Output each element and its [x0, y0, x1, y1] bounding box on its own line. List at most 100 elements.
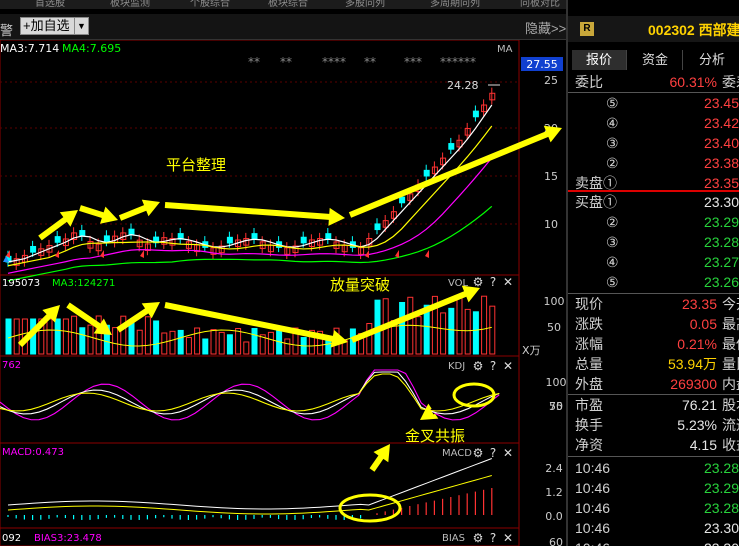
stat-row-extra: 最高	[722, 316, 739, 332]
stat-row: 现价 23.35 今开	[568, 294, 739, 314]
stat-row: 市盈 76.21 股本	[568, 395, 739, 415]
menu-item[interactable]: 多股同列	[345, 0, 385, 9]
star-marker: **	[280, 55, 292, 69]
kdj-label: 762	[2, 360, 21, 371]
tab-quote[interactable]: 报价	[572, 50, 627, 70]
volume-bar	[54, 318, 61, 355]
volume-bar	[243, 341, 250, 355]
gear-icon[interactable]: ⚙	[473, 275, 484, 289]
bid-level: ③ 23.28	[568, 232, 739, 252]
bias3-label: BIAS3:23.478	[34, 533, 102, 544]
volume-bar	[62, 318, 69, 355]
kline-chart-area[interactable]: MA3:7.714 MA4:7.695 MA** ** **** ** *** ******2…	[0, 40, 566, 546]
star-marker: **	[364, 55, 376, 69]
menu-item[interactable]: 同板对比	[520, 0, 560, 9]
menu-item[interactable]: 多周期同列	[430, 0, 480, 9]
stat-row-label: 外盘	[575, 376, 603, 392]
bid-level-value: 23.30	[703, 194, 739, 210]
stat-row: 涨幅 0.21% 最低	[568, 334, 739, 354]
volume-bar	[153, 320, 160, 355]
help-icon[interactable]: ?	[490, 446, 496, 460]
vol-unit: X万	[522, 344, 541, 357]
annotation-golden-cross: 金叉共振	[405, 427, 465, 445]
stat-row: 外盘 269300 内盘	[568, 374, 739, 394]
macd-y-tick: 2.4	[545, 462, 563, 475]
bid-level-label: ②	[606, 214, 619, 230]
hide-panel-button[interactable]: 隐藏>>	[525, 18, 566, 37]
ask-level-value: 23.40	[703, 135, 739, 151]
vol-ma-label: MA3:124271	[52, 278, 115, 289]
stat-row-label: 总量	[575, 356, 603, 372]
ask-level: ④ 23.42	[568, 113, 739, 133]
gear-icon[interactable]: ⚙	[473, 531, 484, 545]
volume-bar	[169, 330, 176, 355]
volume-bar	[185, 337, 192, 355]
gear-icon[interactable]: ⚙	[473, 359, 484, 373]
stat-row: 涨跌 0.05 最高	[568, 314, 739, 334]
annotation-consolidation: 平台整理	[166, 156, 226, 174]
volume-bar	[251, 328, 258, 355]
close-icon[interactable]: ✕	[503, 359, 513, 373]
menu-item[interactable]: 板块综合	[268, 0, 308, 9]
candle	[325, 233, 332, 240]
price-y-tick: 25	[544, 74, 558, 87]
tick-row: 10:46 23.29	[568, 478, 739, 498]
volume-bar	[366, 323, 373, 355]
volume-bar	[210, 329, 217, 355]
chevron-down-icon[interactable]: ▼	[74, 18, 88, 34]
gear-icon[interactable]: ⚙	[473, 446, 484, 460]
help-icon[interactable]: ?	[490, 531, 496, 545]
signal-marker	[365, 250, 369, 258]
stat-row-label: 换手	[575, 417, 603, 433]
volume-bar	[71, 315, 78, 355]
volume-bar	[489, 305, 496, 355]
volume-bar	[472, 311, 479, 355]
volume-bar	[456, 295, 463, 355]
tab-analysis[interactable]: 分析	[684, 50, 739, 70]
signal-marker	[55, 250, 59, 258]
help-icon[interactable]: ?	[490, 359, 496, 373]
tick-row-label: 10:46	[575, 520, 611, 536]
close-icon[interactable]: ✕	[503, 446, 513, 460]
candle	[54, 236, 61, 243]
star-marker: ******	[440, 55, 476, 69]
trend-arrow	[79, 205, 118, 224]
menu-item[interactable]: 首选股	[35, 0, 65, 9]
price-y-tick: 10	[544, 218, 558, 231]
bid-level: ⑤ 23.26	[568, 272, 739, 292]
stat-row-value: 5.23%	[677, 417, 717, 433]
volume-bar	[46, 318, 53, 355]
tab-funds[interactable]: 资金	[628, 50, 683, 70]
menu-item[interactable]: 板块监测	[110, 0, 150, 9]
ask-level-value: 23.42	[703, 115, 739, 131]
bid-level-value: 23.28	[703, 234, 739, 250]
stat-row-value: 0.21%	[677, 336, 717, 352]
quote-panel: R 002302 西部建 报价 资金 分析 委比 60.31% 委差 ⑤ 23.4…	[566, 0, 739, 546]
bid-level-value: 23.26	[703, 274, 739, 290]
pointer-arrow	[369, 444, 390, 472]
menu-item[interactable]: 个股综合	[190, 0, 230, 9]
volume-bar	[218, 331, 225, 355]
tick-row: 10:46 23.28	[568, 458, 739, 478]
r-badge: R	[580, 22, 594, 36]
help-icon[interactable]: ?	[490, 275, 496, 289]
close-icon[interactable]: ✕	[503, 531, 513, 545]
kdj-k-line	[0, 371, 500, 415]
ask-level: ③ 23.40	[568, 133, 739, 153]
add-watchlist-label: +加自选	[23, 18, 70, 33]
stock-code-name: 002302 西部建	[648, 22, 739, 38]
stat-row-extra: 股本	[722, 397, 739, 413]
vol-y-tick: 100	[544, 295, 565, 308]
volume-bar	[226, 334, 233, 355]
tick-row: 10:46 23.30	[568, 518, 739, 538]
volume-bar	[399, 301, 406, 355]
close-icon[interactable]: ✕	[503, 275, 513, 289]
candle	[103, 235, 110, 243]
trend-arrow	[66, 302, 112, 335]
stat-row-value: 0.05	[689, 316, 717, 332]
candle	[374, 223, 381, 231]
vol-y-tick: 50	[547, 321, 561, 334]
star-marker: ****	[322, 55, 346, 69]
add-watchlist-button[interactable]: +加自选 ▼	[20, 17, 89, 35]
macd-tag: MACD	[442, 448, 472, 459]
